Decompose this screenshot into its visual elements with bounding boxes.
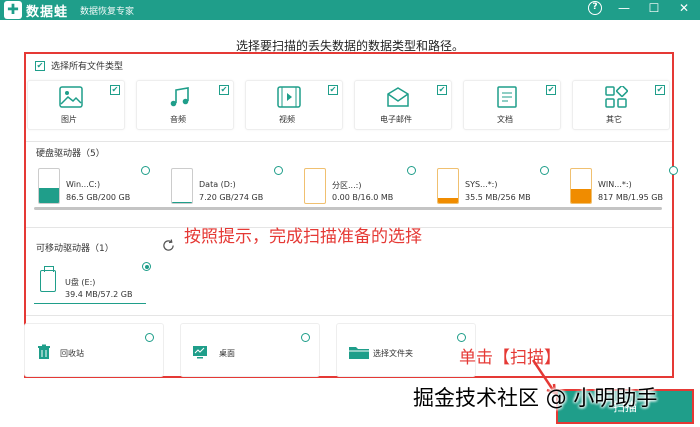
checkbox-checked-icon[interactable]: ✔ — [219, 85, 229, 95]
drive-name: Data (D:) — [199, 180, 236, 189]
image-icon — [59, 86, 83, 108]
divider — [26, 141, 672, 142]
minimize-icon[interactable]: — — [616, 1, 632, 15]
drive-name: Win...C:) — [66, 180, 101, 189]
file-type-label: 电子邮件 — [380, 115, 412, 124]
checkbox-checked-icon[interactable]: ✔ — [546, 85, 556, 95]
checkbox-checked-icon[interactable]: ✔ — [437, 85, 447, 95]
drive-name: SYS...*:) — [465, 180, 498, 189]
usb-drive-item[interactable]: U盘 (E:) 39.4 MB/57.2 GB — [34, 262, 151, 304]
location-radio[interactable] — [301, 333, 310, 342]
folder-icon — [349, 347, 369, 359]
disk-icon — [171, 168, 193, 204]
checkbox-checked-icon[interactable]: ✔ — [110, 85, 120, 95]
location-label: 桌面 — [219, 349, 235, 358]
email-icon — [387, 87, 409, 107]
disk-icon — [570, 168, 592, 204]
file-type-other[interactable]: ✔ 其它 — [572, 80, 670, 130]
file-type-label: 文档 — [497, 115, 513, 124]
select-all-label: 选择所有文件类型 — [51, 62, 124, 72]
drive-name: WIN...*:) — [598, 180, 632, 189]
disk-usage-fill — [438, 198, 458, 203]
help-icon[interactable]: ? — [588, 1, 602, 15]
app-subtitle: 数据恢复专家 — [80, 6, 135, 17]
drive-name: U盘 (E:) — [65, 278, 96, 287]
drive-name: 分区...:) — [332, 181, 362, 190]
select-all-checkbox[interactable]: ✔ 选择所有文件类型 — [35, 59, 123, 72]
file-type-email[interactable]: ✔ 电子邮件 — [354, 80, 452, 130]
divider — [26, 315, 672, 316]
location-radio[interactable] — [457, 333, 466, 342]
document-icon — [497, 86, 517, 108]
drive-radio[interactable] — [141, 166, 150, 175]
file-type-label: 视频 — [279, 115, 295, 124]
location-select-folder[interactable]: 选择文件夹 — [336, 323, 476, 377]
watermark-text: 掘金技术社区 @ 小明助手 — [413, 386, 658, 410]
logo-icon: ✚ — [4, 1, 22, 19]
disk-usage-fill — [172, 201, 192, 203]
checkbox-checked-icon[interactable]: ✔ — [35, 60, 45, 71]
annotation-instruction: 按照提示，完成扫描准备的选择 — [184, 227, 422, 247]
desktop-icon — [193, 346, 207, 359]
recycle-bin-icon — [38, 344, 50, 359]
drive-radio[interactable] — [407, 166, 416, 175]
file-type-video[interactable]: ✔ 视频 — [245, 80, 343, 130]
app-logo: ✚ 数据蛙 — [4, 1, 68, 20]
drive-size: 35.5 MB/256 MB — [465, 193, 531, 202]
disk-icon — [38, 168, 60, 204]
refresh-icon[interactable] — [162, 239, 175, 252]
file-type-label: 音频 — [170, 115, 186, 124]
horizontal-scrollbar[interactable] — [34, 207, 662, 210]
removable-drives-title: 可移动驱动器（1） — [36, 244, 114, 254]
music-icon — [170, 87, 189, 107]
disk-icon — [304, 168, 326, 204]
drive-radio[interactable] — [142, 262, 151, 271]
drive-item[interactable]: Data (D:) 7.20 GB/274 GB — [167, 166, 300, 204]
title-bar: ✚ 数据蛙 数据恢复专家 ? — ☐ ✕ — [0, 0, 700, 20]
drive-size: 817 MB/1.95 GB — [598, 193, 663, 202]
usb-drive-icon — [40, 266, 56, 292]
file-type-label: 图片 — [61, 115, 77, 124]
location-desktop[interactable]: 桌面 — [180, 323, 320, 377]
maximize-icon[interactable]: ☐ — [646, 1, 662, 15]
drive-item[interactable]: SYS...*:) 35.5 MB/256 MB — [433, 166, 566, 204]
location-recycle-bin[interactable]: 回收站 — [24, 323, 164, 377]
drive-size: 7.20 GB/274 GB — [199, 193, 264, 202]
app-name: 数据蛙 — [26, 4, 69, 20]
other-icon — [605, 86, 628, 108]
drive-size: 39.4 MB/57.2 GB — [65, 290, 133, 299]
hard-drives-title: 硬盘驱动器（5） — [36, 149, 105, 159]
drive-item[interactable]: 分区...:) 0.00 B/16.0 MB — [300, 166, 433, 204]
file-type-label: 其它 — [606, 115, 622, 124]
location-label: 选择文件夹 — [373, 349, 413, 358]
drive-item[interactable]: WIN...*:) 817 MB/1.95 GB — [566, 166, 699, 204]
location-radio[interactable] — [145, 333, 154, 342]
file-type-image[interactable]: ✔ 图片 — [27, 80, 125, 130]
drive-radio[interactable] — [540, 166, 549, 175]
file-type-list: ✔ 图片 ✔ 音频 ✔ 视频 ✔ 电子邮件 ✔ 文档 ✔ 其它 — [27, 80, 670, 130]
disk-usage-fill — [39, 188, 59, 203]
disk-icon — [437, 168, 459, 204]
window-controls: ? — ☐ ✕ — [588, 1, 692, 15]
checkbox-checked-icon[interactable]: ✔ — [655, 85, 665, 95]
location-label: 回收站 — [60, 349, 84, 358]
drive-item[interactable]: Win...C:) 86.5 GB/200 GB — [34, 166, 167, 204]
disk-usage-fill — [571, 188, 591, 203]
checkbox-checked-icon[interactable]: ✔ — [328, 85, 338, 95]
close-icon[interactable]: ✕ — [676, 1, 692, 15]
hard-drive-list: Win...C:) 86.5 GB/200 GB Data (D:) 7.20 … — [34, 166, 699, 204]
file-type-audio[interactable]: ✔ 音频 — [136, 80, 234, 130]
video-icon — [277, 86, 301, 108]
drive-size: 0.00 B/16.0 MB — [332, 193, 394, 202]
drive-radio[interactable] — [274, 166, 283, 175]
drive-size: 86.5 GB/200 GB — [66, 193, 131, 202]
drive-radio[interactable] — [669, 166, 678, 175]
file-type-document[interactable]: ✔ 文档 — [463, 80, 561, 130]
